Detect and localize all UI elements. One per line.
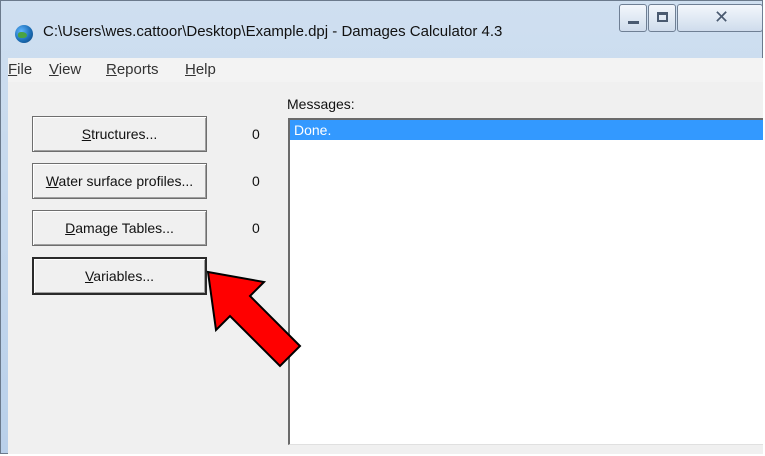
menu-bar: File View Reports Help xyxy=(8,58,763,83)
structures-button[interactable]: Structures... xyxy=(32,116,207,152)
damage-tables-button[interactable]: Damage Tables... xyxy=(32,210,207,246)
title-bar[interactable]: C:\Users\wes.cattoor\Desktop\Example.dpj… xyxy=(1,1,763,59)
globe-icon[interactable] xyxy=(15,25,33,43)
list-item[interactable]: Done. xyxy=(290,120,763,140)
water-surface-profiles-button[interactable]: Water surface profiles... xyxy=(32,163,207,199)
maximize-icon xyxy=(657,12,668,22)
menu-view[interactable]: View xyxy=(49,61,81,78)
menu-file[interactable]: File xyxy=(8,61,32,78)
maximize-button[interactable] xyxy=(648,4,676,32)
menu-help[interactable]: Help xyxy=(185,61,216,78)
messages-list[interactable]: Done. xyxy=(288,118,763,445)
structures-count: 0 xyxy=(252,126,260,142)
close-button[interactable]: ✕ xyxy=(677,4,763,32)
variables-button[interactable]: Variables... xyxy=(32,257,207,295)
menu-reports[interactable]: Reports xyxy=(106,61,159,78)
arrow-shape xyxy=(206,270,302,368)
minimize-button[interactable] xyxy=(619,4,647,32)
main-panel: Structures... 0 Water surface profiles..… xyxy=(8,82,763,454)
close-icon: ✕ xyxy=(714,7,730,28)
window-title: C:\Users\wes.cattoor\Desktop\Example.dpj… xyxy=(43,23,503,40)
red-arrow-icon xyxy=(206,270,302,368)
minimize-icon xyxy=(628,21,639,24)
messages-label: Messages: xyxy=(287,96,355,112)
damage-tables-count: 0 xyxy=(252,220,260,236)
water-surface-profiles-count: 0 xyxy=(252,173,260,189)
